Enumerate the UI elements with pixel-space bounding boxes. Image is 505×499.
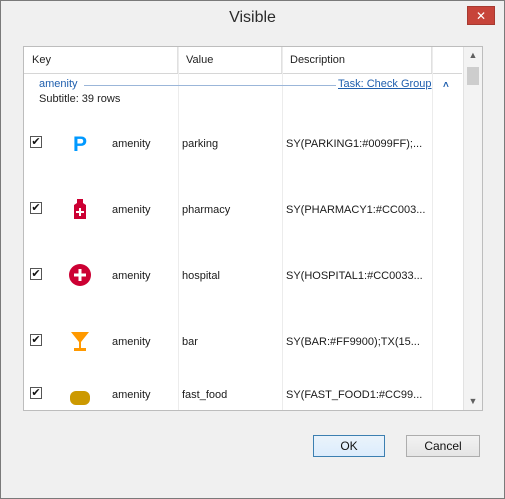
row-key: amenity	[112, 389, 151, 401]
scrollbar-thumb[interactable]	[467, 67, 479, 85]
close-icon: ✕	[475, 9, 487, 23]
svg-text:P: P	[73, 133, 87, 155]
rules-table: Key Value Description amenity Task: Chec…	[23, 46, 483, 411]
check-group-link[interactable]: Task: Check Group	[338, 78, 432, 90]
collapse-group-icon[interactable]: ˄	[443, 80, 449, 91]
vertical-scrollbar[interactable]: ▲ ▼	[463, 47, 482, 410]
table-row[interactable]: ✔ amenity pharmacy SY(PHARMACY1:#CC003..…	[24, 185, 462, 245]
table-row[interactable]: ✔ amenity fast_food SY(FAST_FOOD1:#CC99.…	[24, 373, 462, 410]
row-description: SY(BAR:#FF9900);TX(15...	[286, 336, 420, 348]
column-header-description[interactable]: Description	[282, 47, 432, 73]
group-divider	[84, 85, 336, 86]
group-header-row: amenity Task: Check Group Subtitle: 39 r…	[24, 74, 462, 114]
scroll-down-icon[interactable]: ▼	[464, 393, 482, 410]
title-bar: Visible ✕	[1, 1, 504, 35]
column-header-value[interactable]: Value	[178, 47, 282, 73]
row-description: SY(PHARMACY1:#CC003...	[286, 204, 426, 216]
row-value: hospital	[182, 270, 220, 282]
window-title: Visible	[229, 9, 276, 26]
row-key: amenity	[112, 270, 151, 282]
ok-button[interactable]: OK	[313, 435, 385, 457]
row-key: amenity	[112, 204, 151, 216]
scroll-up-icon[interactable]: ▲	[464, 47, 482, 64]
row-checkbox[interactable]: ✔	[30, 136, 42, 148]
parking-icon: P	[68, 131, 92, 156]
row-value: fast_food	[182, 389, 228, 401]
row-value: parking	[182, 138, 219, 150]
row-checkbox[interactable]: ✔	[30, 387, 42, 399]
row-checkbox[interactable]: ✔	[30, 334, 42, 346]
bar-icon	[68, 329, 92, 353]
cancel-button[interactable]: Cancel	[406, 435, 480, 457]
row-description: SY(PARKING1:#0099FF);...	[286, 138, 423, 150]
group-name: amenity	[39, 78, 78, 90]
row-value: bar	[182, 336, 198, 348]
column-header-key[interactable]: Key	[24, 47, 178, 73]
hospital-icon	[68, 263, 92, 287]
table-row[interactable]: ✔ amenity hospital SY(HOSPITAL1:#CC0033.…	[24, 251, 462, 311]
row-description: SY(HOSPITAL1:#CC0033...	[286, 270, 423, 282]
row-checkbox[interactable]: ✔	[30, 268, 42, 280]
table-header: Key Value Description	[24, 47, 462, 74]
close-button[interactable]: ✕	[467, 6, 495, 25]
row-key: amenity	[112, 336, 151, 348]
row-value: pharmacy	[182, 204, 231, 216]
fast-food-icon	[68, 386, 92, 410]
group-subtitle: Subtitle: 39 rows	[39, 93, 121, 105]
row-description: SY(FAST_FOOD1:#CC99...	[286, 389, 423, 401]
row-checkbox[interactable]: ✔	[30, 202, 42, 214]
table-row[interactable]: ✔ P amenity parking SY(PARKING1:#0099FF)…	[24, 119, 462, 179]
pharmacy-icon	[68, 197, 92, 221]
row-key: amenity	[112, 138, 151, 150]
table-row[interactable]: ✔ amenity bar SY(BAR:#FF9900);TX(15...	[24, 317, 462, 377]
dialog-window: Visible ✕ Key Value Description amenity …	[0, 0, 505, 499]
